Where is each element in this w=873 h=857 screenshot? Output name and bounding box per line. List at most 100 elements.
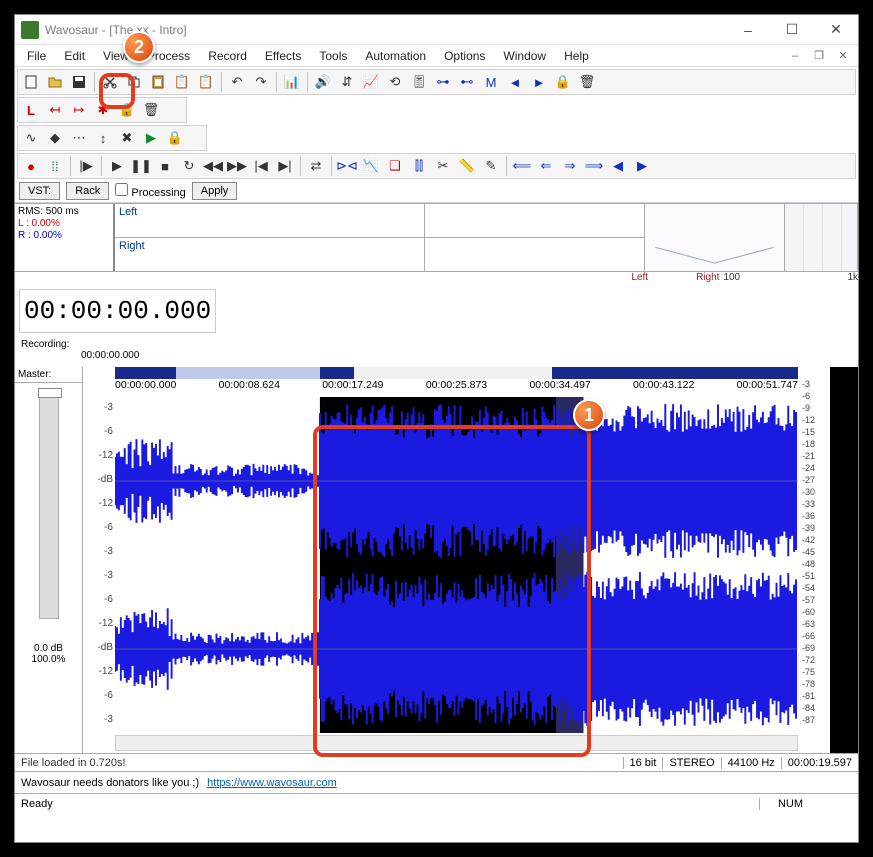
channel-panel: RMS: 500 ms L : 0.00% R : 0.00% Left Rig… bbox=[15, 203, 858, 271]
waveform-canvas[interactable] bbox=[115, 397, 798, 733]
status-ready: Ready bbox=[15, 798, 759, 810]
fade-button[interactable]: 📈 bbox=[360, 71, 382, 93]
spectrum-button[interactable]: ⫿⫿ bbox=[408, 155, 430, 177]
master-label: Master: bbox=[15, 367, 82, 383]
menu-effects[interactable]: Effects bbox=[257, 47, 309, 65]
loop-l-button[interactable]: L bbox=[20, 99, 42, 121]
play-cursor-button[interactable]: |▶ bbox=[75, 155, 97, 177]
app-window: Wavosaur - [The xx - Intro] – ☐ ✕ File E… bbox=[14, 14, 859, 843]
pause-button[interactable]: ❚❚ bbox=[130, 155, 152, 177]
lock-button[interactable]: 🔒 bbox=[552, 71, 574, 93]
volume-button[interactable]: 🔊 bbox=[312, 71, 334, 93]
curve-play-button[interactable]: ▶ bbox=[140, 127, 162, 149]
arrow-fl-button[interactable]: ⟸ bbox=[511, 155, 533, 177]
curve-point-button[interactable]: ◆ bbox=[44, 127, 66, 149]
marker-r-button[interactable]: ► bbox=[528, 71, 550, 93]
menu-edit[interactable]: Edit bbox=[56, 47, 93, 65]
menu-tools[interactable]: Tools bbox=[311, 47, 355, 65]
rms-left: L : 0.00% bbox=[18, 218, 110, 230]
normalize-button[interactable]: ⇵ bbox=[336, 71, 358, 93]
snap-button[interactable]: ⊳⊲ bbox=[336, 155, 358, 177]
paste-mix-button[interactable]: 📋 bbox=[195, 71, 217, 93]
ruler-button[interactable]: 📏 bbox=[456, 155, 478, 177]
menu-record[interactable]: Record bbox=[200, 47, 255, 65]
loop-region-button[interactable]: ✱ bbox=[92, 99, 114, 121]
apply-button[interactable]: Apply bbox=[192, 182, 238, 200]
h-scrollbar[interactable] bbox=[115, 735, 798, 751]
loop-delete-button[interactable]: 🗑 bbox=[140, 99, 162, 121]
arrow-l-button[interactable]: ⇐ bbox=[535, 155, 557, 177]
menu-help[interactable]: Help bbox=[556, 47, 597, 65]
minimize-button[interactable]: – bbox=[726, 16, 770, 44]
menu-file[interactable]: File bbox=[19, 47, 54, 65]
graph-button[interactable]: 📉 bbox=[360, 155, 382, 177]
rack-button[interactable]: Rack bbox=[66, 182, 109, 200]
zoom-full-button[interactable]: 📊 bbox=[281, 71, 303, 93]
donator-text: Wavosaur needs donators like you ;) bbox=[21, 777, 199, 789]
overview-bar[interactable] bbox=[115, 367, 798, 379]
time-ruler[interactable]: 00:00:00.000 00:00:08.624 00:00:17.249 0… bbox=[115, 379, 798, 397]
save-button[interactable] bbox=[68, 71, 90, 93]
menu-window[interactable]: Window bbox=[495, 47, 554, 65]
region-button[interactable]: ❏ bbox=[384, 155, 406, 177]
record-button[interactable]: ● bbox=[20, 155, 42, 177]
redo-button[interactable]: ↷ bbox=[250, 71, 272, 93]
waveform-button[interactable]: ⊶ bbox=[432, 71, 454, 93]
recording-label: Recording: bbox=[21, 339, 69, 350]
vst-button[interactable]: VST: bbox=[19, 182, 60, 200]
toolbar-curve: ∿ ◆ ⋯ ↕ ✖ ▶ 🔒 bbox=[17, 125, 207, 151]
axis-1k: 1k bbox=[847, 272, 858, 285]
prev-marker-button[interactable]: ◀ bbox=[607, 155, 629, 177]
open-button[interactable] bbox=[44, 71, 66, 93]
arrow-r-button[interactable]: ⇒ bbox=[559, 155, 581, 177]
close-button[interactable]: ✕ bbox=[814, 16, 858, 44]
menu-options[interactable]: Options bbox=[436, 47, 493, 65]
waveform2-button[interactable]: ⊷ bbox=[456, 71, 478, 93]
forward-button[interactable]: ▶▶ bbox=[226, 155, 248, 177]
start-button[interactable]: |◀ bbox=[250, 155, 272, 177]
loop-start-button[interactable]: ↦ bbox=[68, 99, 90, 121]
resample-button[interactable]: ⟲ bbox=[384, 71, 406, 93]
stop-button[interactable]: ■ bbox=[154, 155, 176, 177]
monitor-button[interactable]: ⁞⁞ bbox=[44, 155, 66, 177]
paste-special-button[interactable]: 📋 bbox=[171, 71, 193, 93]
rewind-button[interactable]: ◀◀ bbox=[202, 155, 224, 177]
next-marker-button[interactable]: ▶ bbox=[631, 155, 653, 177]
maximize-button[interactable]: ☐ bbox=[770, 16, 814, 44]
loop-end-button[interactable]: ↤ bbox=[44, 99, 66, 121]
status-bits: 16 bit bbox=[623, 757, 663, 769]
mdi-minimize-button[interactable]: – bbox=[784, 47, 806, 65]
cut-button[interactable] bbox=[99, 71, 121, 93]
donator-link[interactable]: https://www.wavosaur.com bbox=[207, 777, 337, 789]
loop-lock-button[interactable]: 🔒 bbox=[116, 99, 138, 121]
scissors-button[interactable]: ✂ bbox=[432, 155, 454, 177]
end-button[interactable]: ▶| bbox=[274, 155, 296, 177]
processing-checkbox[interactable]: Processing bbox=[115, 183, 185, 199]
arrow-fr-button[interactable]: ⟹ bbox=[583, 155, 605, 177]
level-meters bbox=[830, 367, 858, 753]
curve-lock-button[interactable]: 🔒 bbox=[164, 127, 186, 149]
eq-button[interactable]: 🎚 bbox=[408, 71, 430, 93]
play-button[interactable]: ▶ bbox=[106, 155, 128, 177]
undo-button[interactable]: ↶ bbox=[226, 71, 248, 93]
paste-button[interactable] bbox=[147, 71, 169, 93]
curve-draw-button[interactable]: ∿ bbox=[20, 127, 42, 149]
menu-automation[interactable]: Automation bbox=[357, 47, 434, 65]
callout-1: 1 bbox=[573, 399, 605, 431]
delete-button[interactable]: 🗑 bbox=[576, 71, 598, 93]
mdi-close-button[interactable]: ✕ bbox=[832, 47, 854, 65]
curve-delete-button[interactable]: ✖ bbox=[116, 127, 138, 149]
master-slider[interactable] bbox=[39, 389, 59, 619]
pencil-button[interactable]: ✎ bbox=[480, 155, 502, 177]
status-mode: STEREO bbox=[662, 757, 720, 769]
loop-play-button[interactable]: ↻ bbox=[178, 155, 200, 177]
curve-up-button[interactable]: ↕ bbox=[92, 127, 114, 149]
marker-m-button[interactable]: M bbox=[480, 71, 502, 93]
new-button[interactable] bbox=[20, 71, 42, 93]
mdi-restore-button[interactable]: ❐ bbox=[808, 47, 830, 65]
curve-line-button[interactable]: ⋯ bbox=[68, 127, 90, 149]
toolbar-transport: ● ⁞⁞ |▶ ▶ ❚❚ ■ ↻ ◀◀ ▶▶ |◀ ▶| ⇄ ⊳⊲ 📉 ❏ ⫿⫿… bbox=[17, 153, 856, 179]
marker-l-button[interactable]: ◄ bbox=[504, 71, 526, 93]
repeat-button[interactable]: ⇄ bbox=[305, 155, 327, 177]
copy-button[interactable] bbox=[123, 71, 145, 93]
